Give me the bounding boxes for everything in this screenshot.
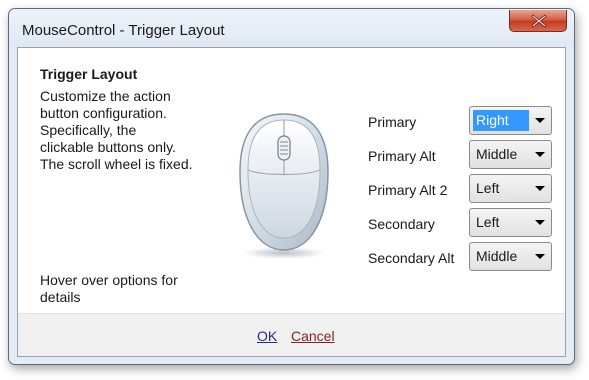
primary-select-value: Right — [473, 110, 529, 131]
primary-alt-select[interactable]: Middle — [469, 140, 552, 169]
window-title: MouseControl - Trigger Layout — [22, 22, 225, 39]
primary-alt-2-select[interactable]: Left — [469, 174, 552, 203]
description-line: The scroll wheel is fixed. — [40, 156, 193, 172]
trigger-label-secondary: Secondary — [368, 216, 435, 232]
dialog-content: Trigger Layout Customize the action butt… — [17, 47, 566, 357]
description-line: Specifically, the — [40, 122, 137, 138]
close-button[interactable] — [509, 10, 567, 32]
secondary-select-value: Left — [476, 214, 500, 230]
description-line: clickable buttons only. — [40, 139, 176, 155]
description-line: Customize the action — [40, 88, 171, 104]
description-line: button configuration. — [40, 105, 167, 121]
hint-line: details — [40, 289, 81, 305]
description-text: Customize the action button configuratio… — [40, 88, 230, 173]
section-heading: Trigger Layout — [40, 66, 138, 82]
trigger-label-primary-alt-2: Primary Alt 2 — [368, 182, 448, 198]
chevron-down-icon — [535, 118, 545, 123]
hint-line: Hover over options for — [40, 272, 178, 288]
secondary-select[interactable]: Left — [469, 208, 552, 237]
close-icon — [531, 14, 547, 28]
trigger-label-primary: Primary — [368, 114, 417, 130]
dialog-footer: OK Cancel — [18, 313, 565, 356]
chevron-down-icon — [535, 152, 545, 157]
trigger-label-primary-alt: Primary Alt — [368, 148, 436, 164]
secondary-alt-select[interactable]: Middle — [469, 242, 552, 271]
ok-link[interactable]: OK — [257, 328, 277, 344]
title-bar[interactable]: MouseControl - Trigger Layout — [9, 9, 574, 47]
trigger-label-secondary-alt: Secondary Alt — [368, 250, 455, 266]
mouse-icon — [232, 110, 336, 264]
primary-select[interactable]: Right — [469, 106, 552, 135]
dialog-window: MouseControl - Trigger Layout Trigger La… — [8, 8, 575, 365]
cancel-link[interactable]: Cancel — [291, 328, 335, 344]
hover-hint-text: Hover over options for details — [40, 272, 230, 306]
secondary-alt-select-value: Middle — [476, 248, 518, 264]
chevron-down-icon — [535, 220, 545, 225]
primary-alt-2-select-value: Left — [476, 180, 500, 196]
chevron-down-icon — [535, 254, 545, 259]
primary-alt-select-value: Middle — [476, 146, 518, 162]
chevron-down-icon — [535, 186, 545, 191]
